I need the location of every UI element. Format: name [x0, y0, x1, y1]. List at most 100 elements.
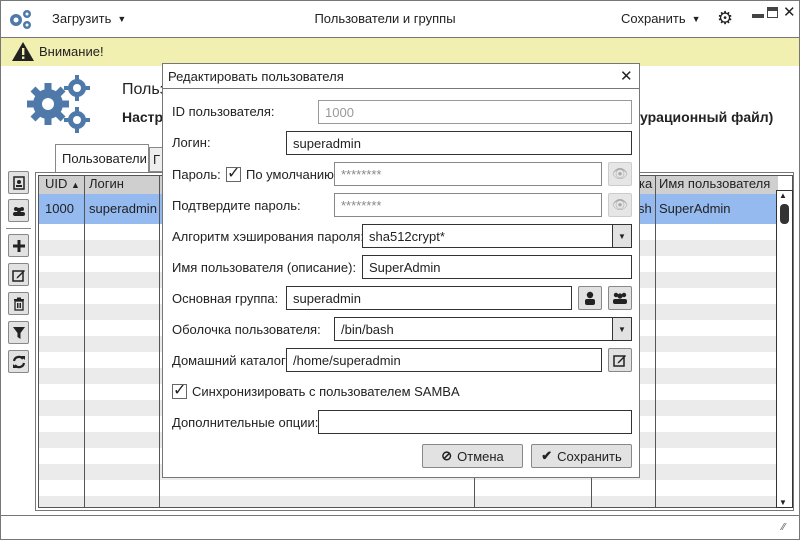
- cell-shell: sh: [638, 201, 652, 216]
- table-row-empty: [39, 480, 778, 496]
- scroll-down-icon[interactable]: ▼: [779, 498, 787, 507]
- groups-button[interactable]: [8, 199, 29, 222]
- ban-icon: ⊘: [441, 448, 453, 463]
- save-button[interactable]: ✔ Сохранить: [531, 444, 632, 468]
- primary-group-field[interactable]: superadmin: [286, 286, 572, 310]
- options-label: Дополнительные опции:: [172, 415, 319, 430]
- checkmark-icon: ✓: [227, 165, 241, 182]
- hash-value: sha512crypt*: [369, 229, 445, 244]
- hash-label: Алгоритм хэширования пароля:: [172, 229, 364, 244]
- login-label: Логин:: [172, 135, 211, 150]
- check-icon: ✔: [541, 448, 553, 463]
- edit-user-button[interactable]: [8, 263, 29, 286]
- save-menu[interactable]: Сохранить ▼: [621, 11, 701, 26]
- delete-user-button[interactable]: [8, 292, 29, 315]
- table-scrollbar[interactable]: ▲ ▼: [776, 190, 793, 508]
- scrollbar-thumb[interactable]: [780, 204, 789, 224]
- shell-select[interactable]: /bin/bash ▼: [334, 317, 632, 341]
- cancel-label: Отмена: [457, 448, 504, 464]
- cancel-button[interactable]: ⊘ Отмена: [422, 444, 523, 468]
- col-divider: [84, 175, 85, 507]
- cell-uid: 1000: [45, 201, 74, 216]
- edit-icon: [613, 355, 626, 367]
- checkmark-icon: ✓: [173, 382, 187, 399]
- hash-algorithm-select[interactable]: sha512crypt* ▼: [362, 224, 632, 248]
- settings-gear-icon[interactable]: ⚙: [717, 8, 733, 29]
- table-row-empty: [39, 496, 778, 507]
- col-divider: [655, 175, 656, 507]
- page-subtitle-tail: урационный файл): [640, 109, 774, 125]
- select-user-button[interactable]: [578, 286, 602, 310]
- plus-icon: [12, 239, 25, 252]
- shell-value: /bin/bash: [341, 322, 394, 337]
- eye-icon: 👁: [611, 166, 629, 181]
- contact-card-icon: [12, 175, 25, 190]
- trash-icon: [13, 297, 24, 311]
- default-password-label: По умолчанию: [246, 167, 334, 182]
- default-password-checkbox[interactable]: ✓: [226, 165, 241, 182]
- eye-icon: 👁: [611, 197, 629, 212]
- refresh-icon: [12, 355, 25, 368]
- col-uid-header[interactable]: UID ▲: [45, 176, 80, 191]
- group-label: Основная группа:: [172, 291, 279, 306]
- col-shell-header[interactable]: ка: [639, 176, 652, 191]
- top-bar: Загрузить ▼ Пользователи и группы Сохран…: [0, 0, 800, 38]
- chevron-down-icon: ▼: [691, 13, 701, 24]
- tab-groups-label: Г: [153, 152, 161, 167]
- status-bar-divider: [0, 515, 800, 516]
- warning-bar: Внимание!: [1, 38, 799, 66]
- user-card-button[interactable]: [8, 171, 29, 194]
- tab-users[interactable]: Пользователи: [55, 144, 149, 173]
- samba-sync-label: Синхронизировать с пользователем SAMBA: [192, 384, 460, 399]
- extra-options-field[interactable]: [318, 410, 632, 434]
- toolbar-divider: [6, 228, 31, 229]
- col-uid-label: UID: [45, 176, 68, 191]
- shell-label: Оболочка пользователя:: [172, 322, 321, 337]
- fullname-field[interactable]: SuperAdmin: [362, 255, 632, 279]
- col-divider: [159, 175, 160, 507]
- close-icon[interactable]: ✕: [783, 3, 796, 21]
- filter-button[interactable]: [8, 321, 29, 344]
- scroll-up-icon[interactable]: ▲: [779, 191, 787, 200]
- dialog-title: Редактировать пользователя: [168, 69, 344, 84]
- password-label: Пароль:: [172, 167, 221, 182]
- confirm-password-field[interactable]: ********: [334, 193, 602, 217]
- warning-icon: [12, 42, 34, 61]
- resize-grip-icon[interactable]: ⁄⁄: [782, 522, 785, 533]
- select-group-button[interactable]: [608, 286, 632, 310]
- warning-text: Внимание!: [39, 44, 104, 59]
- minimize-icon[interactable]: [752, 14, 764, 18]
- user-icon: [585, 291, 595, 305]
- add-user-button[interactable]: [8, 234, 29, 257]
- id-label: ID пользователя:: [172, 104, 275, 119]
- cell-name: SuperAdmin: [659, 201, 731, 216]
- user-id-field[interactable]: 1000: [318, 100, 632, 124]
- browse-home-button[interactable]: [608, 348, 632, 372]
- home-label: Домашний каталог:: [172, 353, 290, 368]
- show-password-button[interactable]: 👁: [608, 162, 632, 186]
- maximize-icon[interactable]: [767, 7, 778, 18]
- show-confirm-password-button[interactable]: 👁: [608, 193, 632, 217]
- col-login-header[interactable]: Логин: [89, 176, 124, 191]
- cell-login: superadmin: [89, 201, 157, 216]
- chevron-down-icon[interactable]: ▼: [612, 225, 631, 247]
- page-subtitle: Настр: [122, 109, 164, 125]
- users-group-icon: [12, 206, 25, 216]
- fullname-label: Имя пользователя (описание):: [172, 260, 357, 275]
- password-field[interactable]: ********: [334, 162, 602, 186]
- samba-sync-checkbox[interactable]: ✓: [172, 382, 187, 399]
- login-field[interactable]: superadmin: [286, 131, 632, 155]
- users-group-icon: [613, 292, 627, 304]
- home-dir-field[interactable]: /home/superadmin: [286, 348, 602, 372]
- col-name-header[interactable]: Имя пользователя: [659, 176, 770, 191]
- header-gears-icon: [27, 75, 90, 133]
- page-title: Польз: [122, 81, 168, 98]
- dialog-close-icon[interactable]: ✕: [620, 67, 633, 85]
- tab-users-label: Пользователи: [62, 151, 147, 166]
- refresh-button[interactable]: [8, 350, 29, 373]
- chevron-down-icon[interactable]: ▼: [612, 318, 631, 340]
- filter-icon: [12, 326, 25, 339]
- edit-icon: [11, 269, 25, 282]
- save-label: Сохранить: [557, 448, 622, 464]
- confirm-password-label: Подтвердите пароль:: [172, 198, 301, 213]
